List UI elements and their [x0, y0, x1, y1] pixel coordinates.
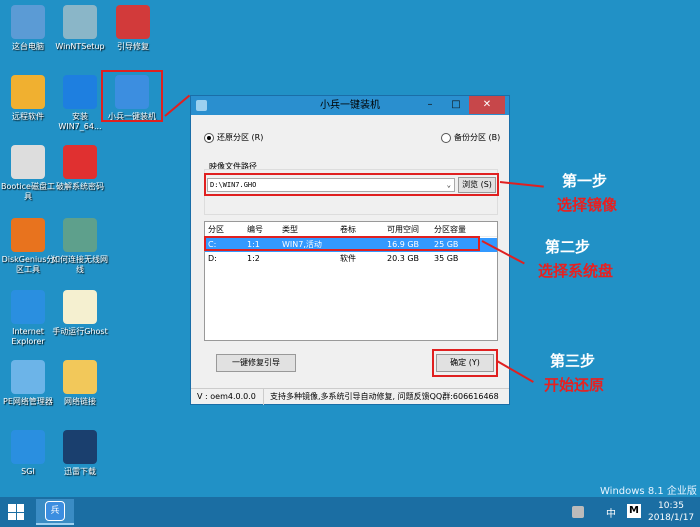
desktop-icon[interactable]: 迅雷下载 [52, 430, 108, 477]
backup-radio[interactable]: 备份分区 (B) [441, 132, 500, 143]
computer-icon [11, 5, 45, 39]
desktop-icon[interactable]: 安装 WIN7_64... [52, 75, 108, 132]
folder-icon [63, 360, 97, 394]
close-button[interactable]: ✕ [469, 96, 505, 114]
version-text: V : oem4.0.0.0 [197, 392, 256, 401]
table-cell: 可用空间 [387, 225, 419, 234]
xiaobing-icon: 兵 [45, 501, 65, 521]
table-cell: 20.3 GB [387, 254, 420, 263]
desktop-icon[interactable]: Bootice磁盘工具 [0, 145, 56, 202]
install-gear-icon [63, 75, 97, 109]
title-bar[interactable]: 小兵一键装机 – □ ✕ [191, 96, 509, 115]
desktop-icon[interactable]: 手动运行Ghost [52, 290, 108, 337]
desktop-icon-label: DiskGenius分区工具 [1, 255, 55, 274]
desktop-icon[interactable]: Internet Explorer [0, 290, 56, 347]
desktop-icon-label: 手动运行Ghost [52, 327, 108, 336]
windows-start-icon[interactable] [8, 504, 24, 520]
table-cell: 类型 [282, 225, 298, 234]
ghost-icon [63, 290, 97, 324]
restore-radio[interactable]: 还原分区 (R) [204, 132, 263, 143]
restore-label: 还原分区 (R) [217, 133, 264, 142]
table-row[interactable]: D: 1:2 软件 20.3 GB 35 GB [205, 252, 497, 266]
desktop-icon[interactable]: 这台电脑 [0, 5, 56, 52]
maximize-button[interactable]: □ [443, 96, 469, 114]
selected-icon-highlight [101, 70, 163, 122]
clock-time: 10:35 [658, 501, 684, 511]
taskbar: 兵 中 M 10:35 2018/1/17 [0, 497, 700, 527]
desktop-icon-label: 如何连接无线网线 [52, 255, 108, 274]
clock[interactable]: 10:35 2018/1/17 [648, 500, 694, 524]
network-icon [11, 360, 45, 394]
desktop-icon[interactable]: 如何连接无线网线 [52, 218, 108, 275]
desktop-icon[interactable]: 引导修复 [105, 5, 161, 52]
radio-circle [441, 132, 451, 143]
app-icon [196, 100, 207, 111]
desktop-icon-label: 破解系统密码 [56, 182, 104, 191]
network-status-icon[interactable] [572, 506, 584, 518]
step1-desc: 选择镜像 [557, 196, 618, 214]
step3-desc: 开始还原 [544, 376, 605, 394]
desktop-icon-label: 引导修复 [117, 42, 149, 51]
desktop-icon-label: 远程软件 [12, 112, 44, 121]
desktop-icon-label: 这台电脑 [12, 42, 44, 51]
thunder-icon [63, 430, 97, 464]
table-cell: D: [208, 254, 217, 263]
clock-date: 2018/1/17 [648, 513, 695, 523]
desktop-icon-label: SGI [21, 467, 35, 476]
table-cell: 软件 [340, 254, 356, 263]
table-header: 分区 编号 类型 卷标 可用空间 分区容量 [205, 223, 497, 237]
desktop-icon-label: Internet Explorer [11, 327, 45, 346]
backup-label: 备份分区 (B) [454, 133, 501, 142]
status-bar: V : oem4.0.0.0 支持多种镜像,多系统引导自动修复, 问题反馈QQ群… [191, 388, 509, 405]
ime-indicator[interactable]: 中 [606, 505, 616, 520]
installer-dialog: 小兵一键装机 – □ ✕ 还原分区 (R) 备份分区 (B) 映像文件路径 D:… [190, 95, 510, 405]
ie-icon [11, 290, 45, 324]
desktop-icon[interactable]: 破解系统密码 [52, 145, 108, 192]
step3-highlight [432, 349, 498, 377]
table-cell: 卷标 [340, 225, 356, 234]
repair-kit-icon [116, 5, 150, 39]
desktop-icon[interactable]: WinNTSetup [52, 5, 108, 52]
desktop-icon-label: 安装 WIN7_64... [58, 112, 102, 131]
arrow-to-dialog [164, 94, 191, 117]
desktop-icon-label: WinNTSetup [55, 42, 105, 51]
desktop-icon[interactable]: 远程软件 [0, 75, 56, 122]
desktop-icon[interactable]: SGI [0, 430, 56, 477]
status-text: 支持多种镜像,多系统引导自动修复, 问题反馈QQ群:606616468 [263, 389, 499, 405]
desktop-icon-label: 迅雷下载 [64, 467, 96, 476]
step2-desc: 选择系统盘 [538, 262, 614, 280]
desktop-icon-label: Bootice磁盘工具 [1, 182, 55, 201]
minimize-button[interactable]: – [417, 96, 443, 114]
step2-highlight [204, 236, 480, 251]
nt-key-icon [63, 145, 97, 179]
step3-title: 第三步 [550, 352, 596, 370]
setup-icon [63, 5, 97, 39]
table-cell: 35 GB [434, 254, 459, 263]
desktop-icon-label: 网络链接 [64, 397, 96, 406]
step1-highlight [204, 173, 499, 196]
desktop-icon[interactable]: PE网络管理器 [0, 360, 56, 407]
table-cell: 分区容量 [434, 225, 466, 234]
repair-boot-button[interactable]: 一键修复引导 [216, 354, 296, 372]
dialog-title: 小兵一键装机 [320, 100, 380, 111]
m-tray-icon[interactable]: M [627, 504, 641, 518]
desktop-icon[interactable]: DiskGenius分区工具 [0, 218, 56, 275]
taskbar-xiaobing-button[interactable]: 兵 [36, 499, 74, 525]
desktop-icon[interactable]: 网络链接 [52, 360, 108, 407]
desktop-icon-label: PE网络管理器 [3, 397, 53, 406]
table-cell: 编号 [247, 225, 263, 234]
table-cell: 1:2 [247, 254, 260, 263]
floppy-icon [11, 145, 45, 179]
step2-title: 第二步 [545, 238, 591, 256]
windows-watermark: Windows 8.1 企业版 [600, 486, 697, 497]
table-cell: 分区 [208, 225, 224, 234]
sgi-icon [11, 430, 45, 464]
diskgenius-icon [11, 218, 45, 252]
landscape-image-icon [63, 218, 97, 252]
remote-icon [11, 75, 45, 109]
step1-title: 第一步 [562, 172, 608, 190]
radio-circle [204, 132, 214, 143]
